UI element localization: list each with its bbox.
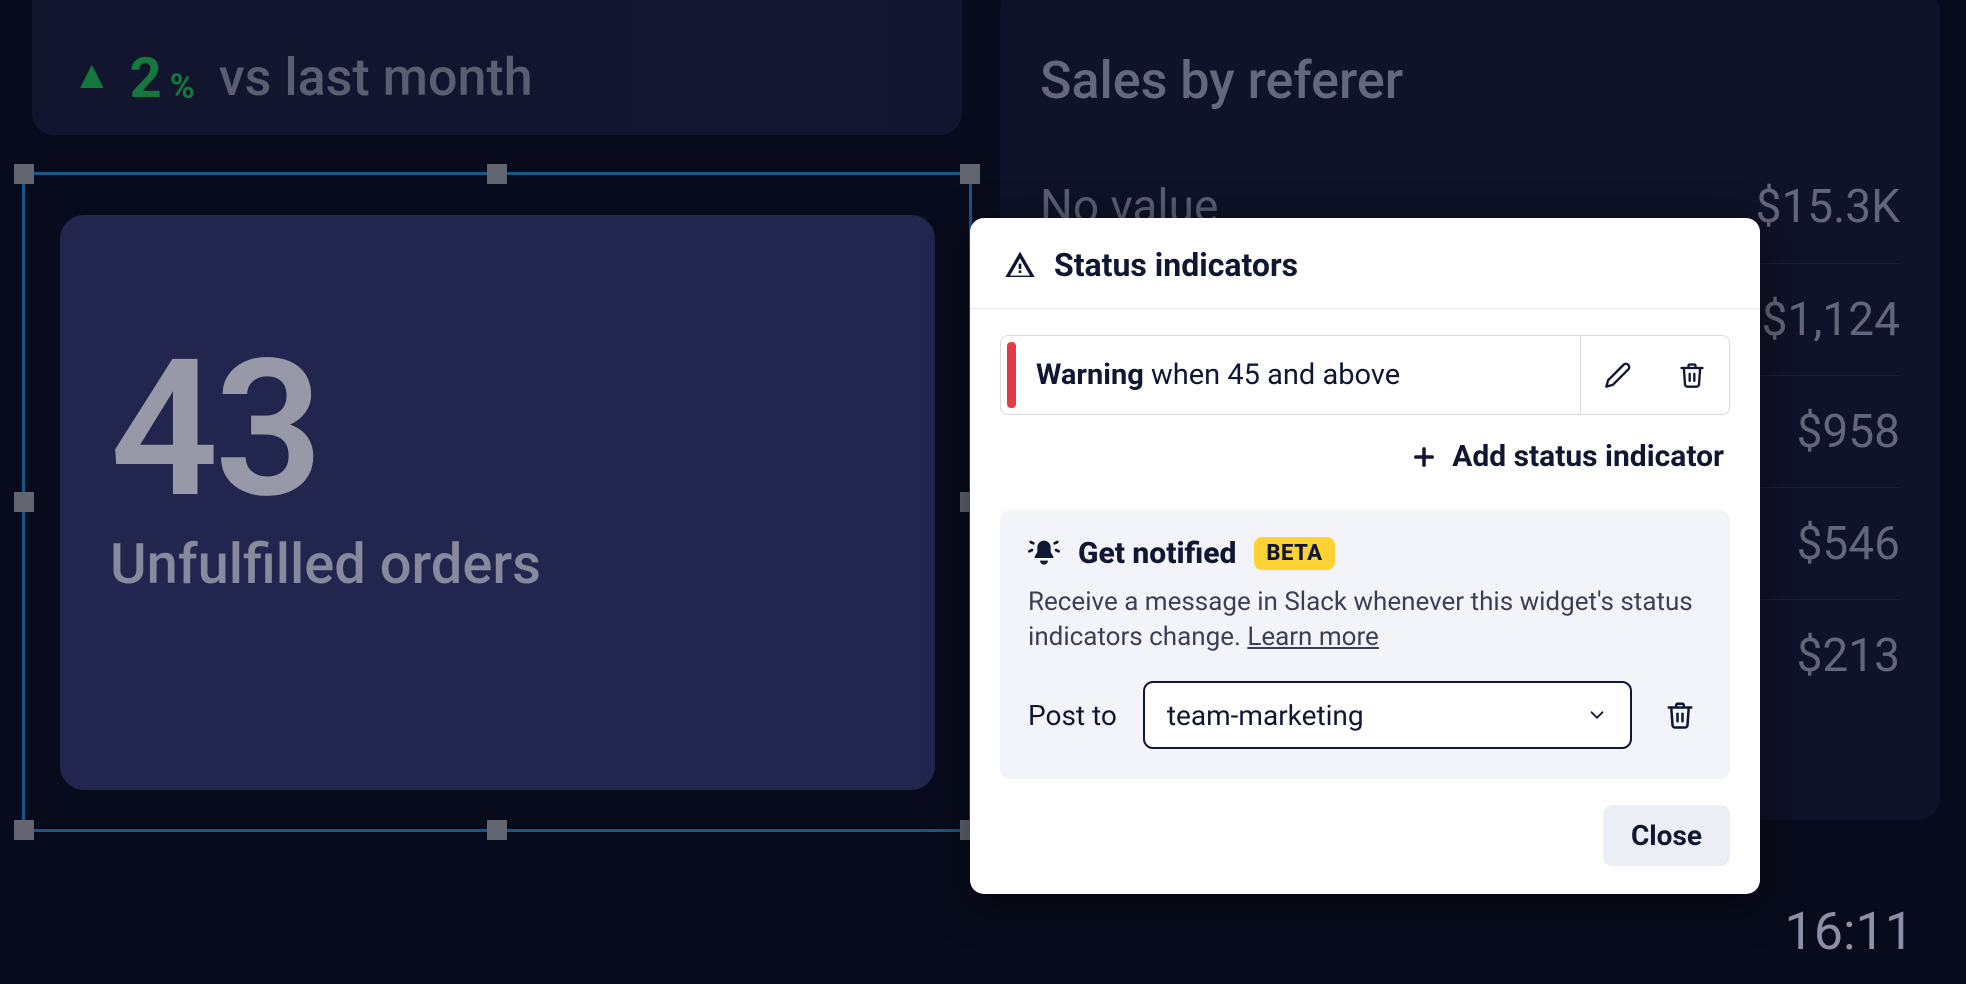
sales-title: Sales by referer: [1040, 50, 1900, 111]
change-pct-suffix: %: [170, 67, 195, 107]
rule-condition-label: Warning: [1036, 358, 1144, 392]
change-value: 2: [130, 45, 162, 111]
notify-box: Get notified BETA Receive a message in S…: [1000, 510, 1730, 779]
rule-actions: [1580, 336, 1729, 414]
clock: 16:11: [1785, 901, 1915, 962]
orders-value: 43: [110, 335, 875, 525]
popup-body: Warning when 45 and above Add sta: [970, 309, 1760, 510]
popup-footer: Close: [970, 799, 1760, 894]
beta-badge: BETA: [1254, 537, 1334, 570]
sales-row-value: $213: [1797, 629, 1900, 683]
channel-select[interactable]: team-marketing: [1143, 681, 1632, 749]
change-label: vs last month: [219, 47, 533, 108]
channel-select-value: team-marketing: [1167, 699, 1364, 732]
status-indicators-popup: Status indicators Warning when 45 and ab…: [970, 218, 1760, 894]
sales-row-value: $15.3K: [1756, 180, 1900, 234]
sales-row-value: $1,124: [1762, 293, 1900, 347]
bell-icon: [1028, 538, 1060, 570]
notify-head: Get notified BETA: [1028, 536, 1702, 571]
trash-icon: [1678, 361, 1706, 389]
resize-handle-bottom-middle[interactable]: [487, 820, 507, 840]
status-rule-row: Warning when 45 and above: [1000, 335, 1730, 415]
add-status-indicator-label: Add status indicator: [1452, 439, 1724, 474]
post-to-label: Post to: [1028, 699, 1117, 732]
orders-card[interactable]: 43 Unfulfilled orders: [60, 215, 935, 790]
plus-icon: [1410, 443, 1438, 471]
close-button-label: Close: [1631, 819, 1702, 852]
rule-severity-bar: [1007, 342, 1016, 408]
chevron-down-icon: [1586, 704, 1608, 726]
resize-handle-top-middle[interactable]: [487, 164, 507, 184]
post-to-row: Post to team-marketing: [1028, 681, 1702, 749]
orders-label: Unfulfilled orders: [110, 531, 875, 597]
popup-header: Status indicators: [970, 218, 1760, 309]
learn-more-link[interactable]: Learn more: [1247, 622, 1379, 652]
resize-handle-top-right[interactable]: [960, 164, 980, 184]
resize-handle-top-left[interactable]: [14, 164, 34, 184]
notify-title: Get notified: [1078, 536, 1236, 571]
rule-text: Warning when 45 and above: [1016, 336, 1580, 414]
notify-description: Receive a message in Slack whenever this…: [1028, 585, 1702, 655]
pencil-icon: [1604, 361, 1632, 389]
sales-row-value: $546: [1797, 517, 1900, 571]
delete-channel-button[interactable]: [1658, 700, 1702, 730]
delete-rule-button[interactable]: [1655, 336, 1729, 414]
change-card: ▲ 2 % vs last month: [32, 0, 962, 135]
warning-icon: [1004, 249, 1036, 281]
rule-condition-rest: when 45 and above: [1144, 358, 1400, 392]
edit-rule-button[interactable]: [1581, 336, 1655, 414]
sales-row-value: $958: [1797, 405, 1900, 459]
resize-handle-bottom-left[interactable]: [14, 820, 34, 840]
trend-up-icon: ▲: [72, 55, 112, 95]
close-button[interactable]: Close: [1603, 805, 1730, 866]
resize-handle-middle-left[interactable]: [14, 492, 34, 512]
popup-title: Status indicators: [1054, 246, 1298, 284]
trash-icon: [1665, 700, 1695, 730]
add-status-indicator-button[interactable]: Add status indicator: [1000, 415, 1730, 500]
